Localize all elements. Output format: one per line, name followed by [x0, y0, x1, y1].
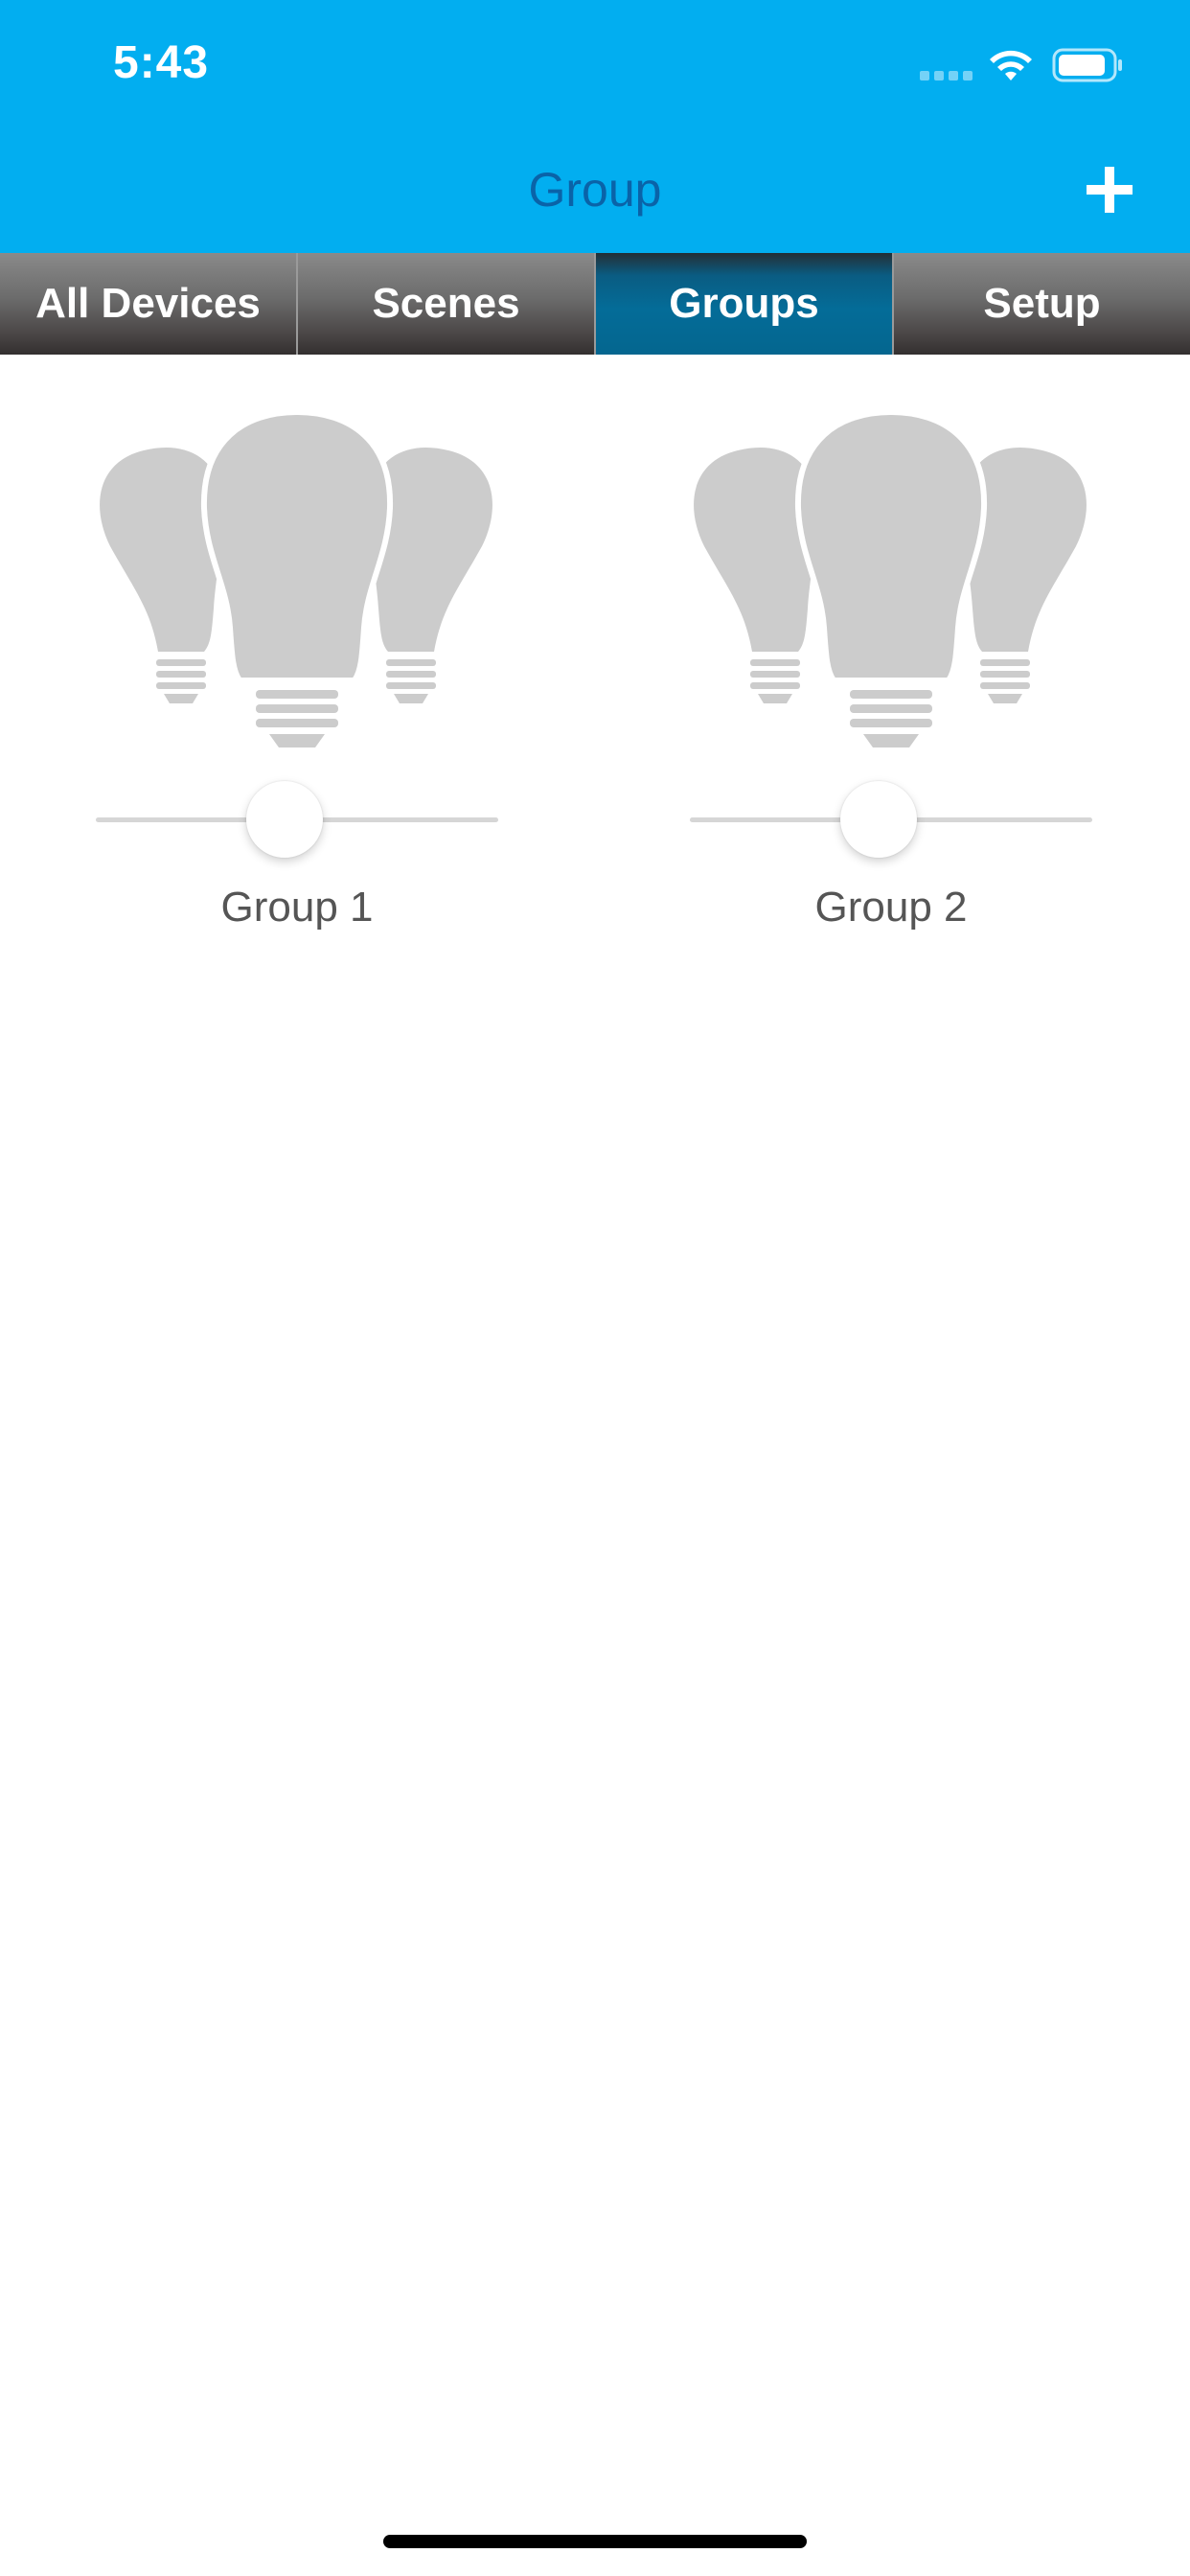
brightness-slider[interactable] — [690, 781, 1092, 858]
group-tile[interactable]: Group 1 — [91, 402, 503, 958]
slider-thumb[interactable] — [246, 781, 324, 858]
tab-setup[interactable]: Setup — [894, 253, 1190, 355]
group-name: Group 2 — [814, 884, 968, 931]
tab-scenes[interactable]: Scenes — [298, 253, 596, 355]
bulb-group-icon — [100, 408, 492, 748]
group-name: Group 1 — [220, 884, 374, 931]
cellular-signal-icon — [920, 71, 973, 80]
add-group-button[interactable] — [1083, 163, 1136, 217]
tab-bar: All Devices Scenes Groups Setup — [0, 253, 1190, 355]
header: 5:43 Group — [0, 0, 1190, 253]
battery-icon — [1052, 48, 1122, 82]
wifi-icon — [990, 50, 1032, 80]
tab-groups[interactable]: Groups — [596, 253, 894, 355]
brightness-slider[interactable] — [96, 781, 498, 858]
tab-all-devices[interactable]: All Devices — [0, 253, 298, 355]
plus-icon — [1087, 167, 1133, 213]
slider-thumb[interactable] — [840, 781, 918, 858]
bulb-group-icon — [694, 408, 1087, 748]
page-title: Group — [528, 163, 662, 217]
group-tile[interactable]: Group 2 — [685, 402, 1097, 958]
status-time: 5:43 — [113, 37, 210, 88]
home-indicator[interactable] — [383, 2535, 807, 2548]
